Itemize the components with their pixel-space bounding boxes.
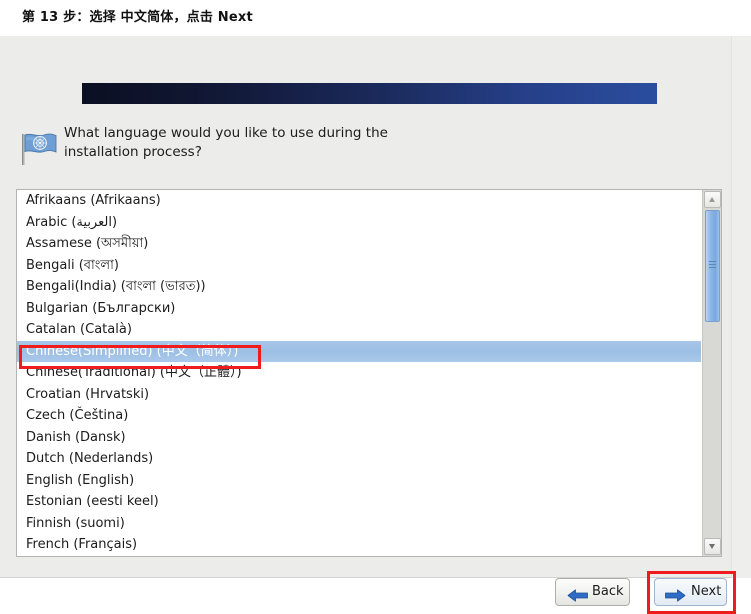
chevron-down-icon xyxy=(709,544,715,549)
language-row[interactable]: Croatian (Hrvatski) xyxy=(17,384,701,406)
next-button[interactable]: Next xyxy=(654,578,727,606)
language-prompt: What language would you like to use duri… xyxy=(18,124,658,172)
arrow-left-icon xyxy=(567,587,589,602)
next-button-label: Next xyxy=(691,584,722,599)
language-row[interactable]: Afrikaans (Afrikaans) xyxy=(17,190,701,212)
language-row[interactable]: Czech (Čeština) xyxy=(17,405,701,427)
language-row[interactable]: Danish (Dansk) xyxy=(17,427,701,449)
chevron-up-icon xyxy=(709,197,715,202)
language-row[interactable]: French (Français) xyxy=(17,534,701,556)
scrollbar-thumb[interactable] xyxy=(705,210,720,322)
tutorial-caption: 第 13 步：选择 中文简体，点击 Next xyxy=(22,10,253,25)
list-scrollbar[interactable] xyxy=(702,190,721,556)
window-right-edge xyxy=(731,36,751,578)
language-row[interactable]: Bengali (বাংলা) xyxy=(17,255,701,277)
back-button-label: Back xyxy=(592,584,624,599)
language-row[interactable]: Arabic (العربية) xyxy=(17,212,701,234)
installer-banner xyxy=(82,83,657,104)
un-flag-icon xyxy=(18,128,60,168)
language-row[interactable]: Dutch (Nederlands) xyxy=(17,448,701,470)
language-row[interactable]: Estonian (eesti keel) xyxy=(17,491,701,513)
language-row[interactable]: Bulgarian (Български) xyxy=(17,298,701,320)
language-row-selected[interactable]: Chinese(Simplified) (中文（简体）) xyxy=(17,340,701,362)
language-row[interactable]: Assamese (অসমীয়া) xyxy=(17,233,701,255)
prompt-text: What language would you like to use duri… xyxy=(64,124,624,162)
language-row[interactable]: Finnish (suomi) xyxy=(17,513,701,535)
prompt-line-1: What language would you like to use duri… xyxy=(64,125,388,141)
scroll-up-button[interactable] xyxy=(704,191,721,208)
language-row[interactable]: Bengali(India) (বাংলা (ভারত)) xyxy=(17,276,701,298)
arrow-right-icon xyxy=(664,587,686,602)
language-row[interactable]: Chinese(Traditional) (中文（正體）) xyxy=(17,362,701,384)
language-listbox[interactable]: Afrikaans (Afrikaans) Arabic (العربية) Ass… xyxy=(16,189,722,557)
back-button[interactable]: Back xyxy=(555,578,630,606)
scroll-down-button[interactable] xyxy=(704,538,721,555)
language-row[interactable]: Catalan (Català) xyxy=(17,319,701,341)
scrollbar-grip-icon xyxy=(709,261,716,270)
prompt-line-2: installation process? xyxy=(64,144,202,160)
language-row[interactable]: English (English) xyxy=(17,470,701,492)
installer-dialog: What language would you like to use duri… xyxy=(0,36,751,614)
language-list[interactable]: Afrikaans (Afrikaans) Arabic (العربية) Ass… xyxy=(17,190,701,556)
